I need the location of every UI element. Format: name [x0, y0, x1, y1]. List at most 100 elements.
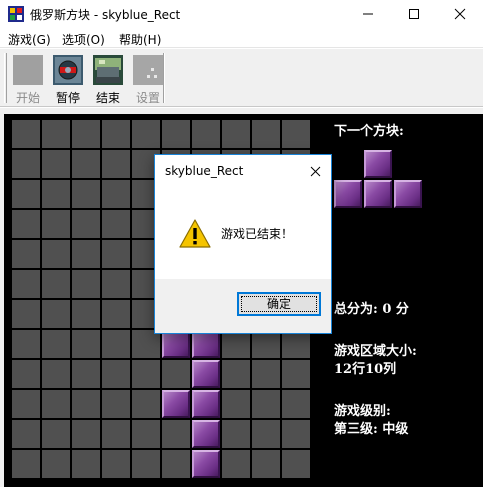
board-cell — [282, 390, 310, 418]
start-icon — [13, 55, 43, 85]
board-cell — [12, 270, 40, 298]
board-cell — [12, 210, 40, 238]
focus-rect — [241, 296, 317, 312]
board-cell — [12, 360, 40, 388]
board-cell — [72, 360, 100, 388]
board-cell — [42, 270, 70, 298]
pause-label: 暂停 — [55, 91, 80, 105]
dialog-message: 游戏已结束！ — [221, 227, 294, 241]
minimize-button[interactable] — [345, 0, 391, 28]
board-cell — [222, 390, 250, 418]
minimize-icon — [363, 13, 373, 15]
tetris-block — [162, 390, 190, 418]
board-cell — [42, 360, 70, 388]
board-cell — [72, 330, 100, 358]
board-cell — [72, 150, 100, 178]
next-piece-block — [364, 150, 392, 178]
board-cell — [42, 180, 70, 208]
pause-icon — [53, 55, 83, 85]
board-cell — [252, 450, 280, 478]
board-cell — [102, 210, 130, 238]
area-size-value: 12行10列 — [334, 362, 397, 377]
board-cell — [72, 300, 100, 328]
area-size-label: 游戏区域大小: — [334, 344, 417, 359]
end-label: 结束 — [95, 91, 120, 105]
dialog-close-button[interactable] — [303, 160, 327, 182]
menu-options[interactable]: 选项(O) — [62, 31, 105, 48]
start-button[interactable]: 开始 — [10, 53, 46, 105]
board-cell — [12, 120, 40, 148]
board-cell — [12, 180, 40, 208]
next-piece-block — [394, 180, 422, 208]
board-cell — [282, 120, 310, 148]
board-cell — [222, 360, 250, 388]
board-cell — [162, 120, 190, 148]
board-cell — [102, 120, 130, 148]
warning-icon — [179, 219, 211, 248]
menu-game[interactable]: 游戏(G) — [8, 31, 51, 48]
close-button[interactable] — [437, 0, 483, 28]
board-cell — [222, 450, 250, 478]
level-value: 第三级: 中级 — [334, 422, 409, 437]
board-cell — [222, 330, 250, 358]
board-cell — [102, 270, 130, 298]
board-cell — [12, 330, 40, 358]
toolbar: 开始 暂停 结束 设置 — [0, 49, 483, 107]
board-cell — [102, 240, 130, 268]
game-over-dialog: skyblue_Rect 游戏已结束！ 确定 — [154, 154, 332, 334]
board-cell — [222, 420, 250, 448]
title-bar: 俄罗斯方块 - skyblue_Rect — [0, 0, 483, 28]
board-cell — [72, 420, 100, 448]
board-cell — [102, 180, 130, 208]
tetris-block — [192, 360, 220, 388]
next-piece-label: 下一个方块: — [334, 124, 404, 139]
board-cell — [192, 120, 220, 148]
window-title: 俄罗斯方块 - skyblue_Rect — [30, 8, 181, 22]
ok-button[interactable]: 确定 — [237, 292, 321, 316]
board-cell — [132, 420, 160, 448]
board-cell — [162, 450, 190, 478]
board-cell — [42, 210, 70, 238]
close-icon — [454, 8, 466, 20]
dialog-title: skyblue_Rect — [165, 164, 244, 178]
board-cell — [102, 330, 130, 358]
toolbar-grip — [4, 53, 7, 103]
tetris-block — [192, 420, 220, 448]
board-cell — [132, 360, 160, 388]
maximize-icon — [409, 9, 419, 19]
board-cell — [102, 390, 130, 418]
board-cell — [42, 330, 70, 358]
board-cell — [132, 330, 160, 358]
tetris-block — [192, 330, 220, 358]
board-cell — [12, 240, 40, 268]
pause-button[interactable]: 暂停 — [50, 53, 86, 105]
menu-bar: 游戏(G) 选项(O) 帮助(H) — [0, 28, 483, 48]
board-cell — [42, 420, 70, 448]
board-cell — [72, 270, 100, 298]
close-icon — [310, 166, 320, 176]
board-cell — [12, 300, 40, 328]
app-icon — [8, 6, 24, 22]
board-cell — [72, 390, 100, 418]
board-cell — [282, 420, 310, 448]
board-cell — [162, 420, 190, 448]
board-cell — [222, 120, 250, 148]
dialog-footer: 确定 — [155, 279, 331, 333]
board-cell — [42, 240, 70, 268]
board-cell — [42, 450, 70, 478]
menu-help[interactable]: 帮助(H) — [119, 31, 161, 48]
board-cell — [102, 360, 130, 388]
maximize-button[interactable] — [391, 0, 437, 28]
board-cell — [12, 390, 40, 418]
board-cell — [102, 300, 130, 328]
end-button[interactable]: 结束 — [90, 53, 126, 105]
board-cell — [252, 330, 280, 358]
settings-icon — [133, 55, 163, 85]
level-label: 游戏级别: — [334, 404, 391, 419]
settings-button[interactable]: 设置 — [130, 53, 166, 105]
board-cell — [252, 120, 280, 148]
board-cell — [72, 180, 100, 208]
board-cell — [12, 150, 40, 178]
board-cell — [42, 120, 70, 148]
board-cell — [42, 390, 70, 418]
